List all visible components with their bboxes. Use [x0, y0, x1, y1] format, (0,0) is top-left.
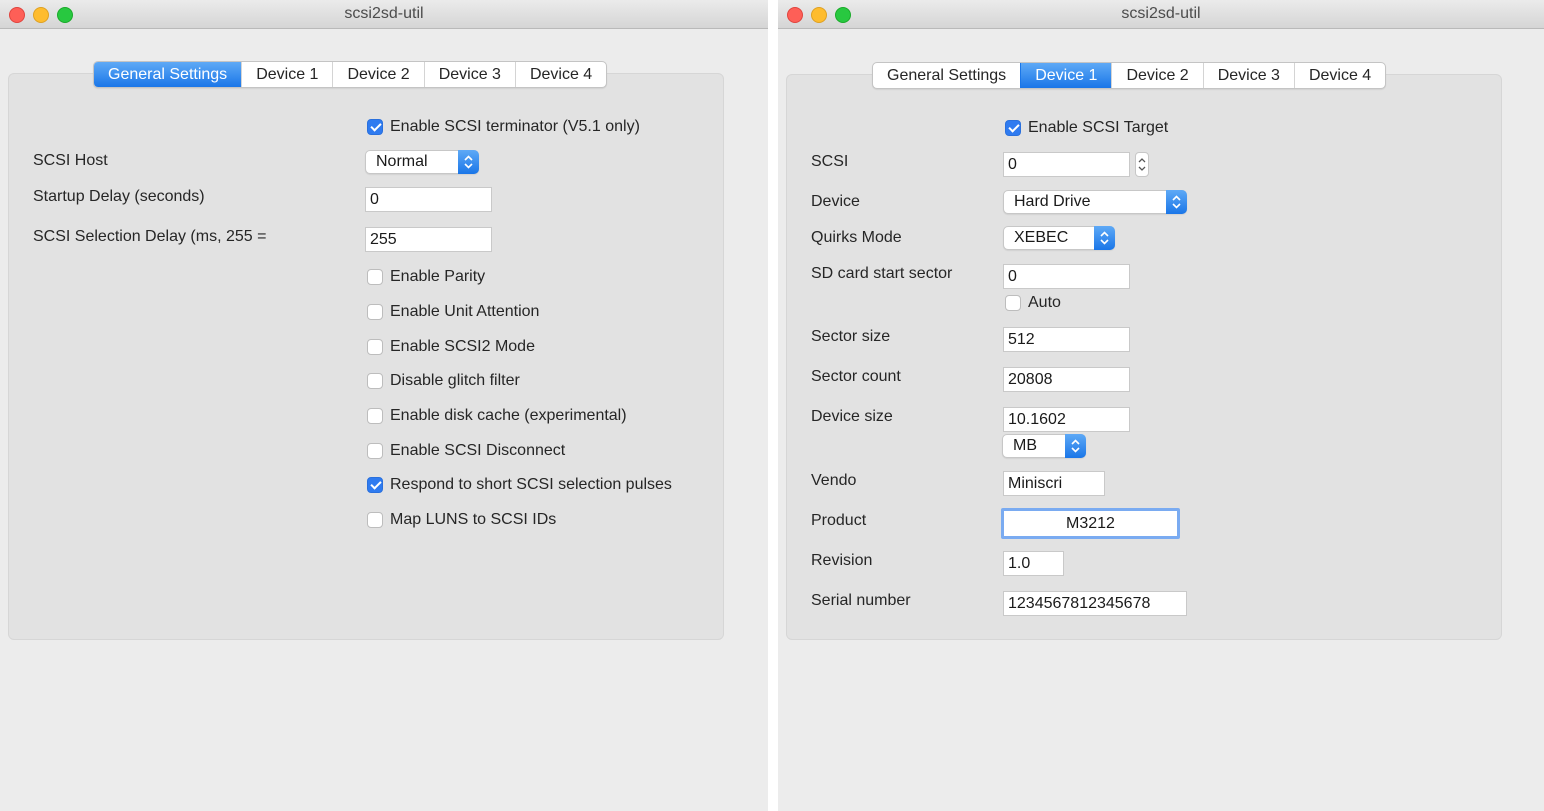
serial-number-label: Serial number: [811, 592, 911, 609]
stepper-arrows-icon: [1138, 158, 1146, 171]
enable-parity-checkbox[interactable]: Enable Parity: [367, 267, 485, 287]
short-selection-pulses-checkbox[interactable]: Respond to short SCSI selection pulses: [367, 475, 672, 495]
product-label: Product: [811, 512, 867, 529]
checkbox-icon: [367, 512, 383, 528]
close-icon[interactable]: [9, 7, 25, 23]
tab-device-1[interactable]: Device 1: [241, 62, 332, 87]
chevron-updown-icon: [1166, 190, 1187, 214]
vendor-input[interactable]: Miniscri: [1003, 471, 1105, 496]
title-bar[interactable]: scsi2sd-util: [0, 0, 768, 29]
sector-count-label: Sector count: [811, 368, 901, 385]
tab-device-3[interactable]: Device 3: [423, 62, 515, 87]
scsi-host-label: SCSI Host: [33, 152, 108, 169]
tab-device-2[interactable]: Device 2: [1111, 63, 1202, 88]
device-type-select[interactable]: Hard Drive: [1003, 190, 1187, 214]
checkbox-icon: [367, 304, 383, 320]
revision-label: Revision: [811, 552, 873, 569]
checkbox-checked-icon: [367, 477, 383, 493]
terminator-checkbox[interactable]: Enable SCSI terminator (V5.1 only): [367, 117, 640, 137]
disable-glitch-filter-checkbox[interactable]: Disable glitch filter: [367, 371, 520, 391]
tab-device-4[interactable]: Device 4: [514, 62, 606, 87]
minimize-icon[interactable]: [811, 7, 827, 23]
startup-delay-input[interactable]: 0: [365, 187, 492, 212]
quirks-mode-select[interactable]: XEBEC: [1003, 226, 1115, 250]
sector-size-label: Sector size: [811, 328, 891, 345]
scsi-host-select[interactable]: Normal: [365, 150, 479, 174]
device-size-input[interactable]: 10.1602: [1003, 407, 1130, 432]
device-size-label: Device size: [811, 408, 893, 425]
enable-scsi-disconnect-checkbox[interactable]: Enable SCSI Disconnect: [367, 441, 565, 461]
tab-general-settings[interactable]: General Settings: [873, 63, 1020, 88]
enable-scsi-target-checkbox[interactable]: Enable SCSI Target: [1005, 118, 1168, 138]
chevron-updown-icon: [1094, 226, 1115, 250]
window-title: scsi2sd-util: [1121, 5, 1201, 22]
minimize-icon[interactable]: [33, 7, 49, 23]
serial-number-input[interactable]: 1234567812345678: [1003, 591, 1187, 616]
tab-device-1[interactable]: Device 1: [1020, 63, 1112, 88]
window-general-settings: scsi2sd-util General Settings Device 1 D…: [0, 0, 768, 811]
product-input[interactable]: M3212: [1001, 508, 1180, 539]
scsi-id-input[interactable]: 0: [1003, 152, 1130, 177]
tab-device-3[interactable]: Device 3: [1202, 63, 1294, 88]
enable-unit-attention-checkbox[interactable]: Enable Unit Attention: [367, 302, 539, 322]
size-unit-select[interactable]: MB: [1002, 434, 1086, 458]
scsi-id-label: SCSI: [811, 153, 849, 170]
checkbox-checked-icon: [1005, 120, 1021, 136]
map-luns-checkbox[interactable]: Map LUNS to SCSI IDs: [367, 510, 556, 530]
checkbox-icon: [367, 408, 383, 424]
enable-scsi2-mode-checkbox[interactable]: Enable SCSI2 Mode: [367, 337, 535, 357]
sector-size-input[interactable]: 512: [1003, 327, 1130, 352]
vendor-label: Vendo: [811, 472, 857, 489]
revision-input[interactable]: 1.0: [1003, 551, 1064, 576]
checkbox-icon: [367, 373, 383, 389]
checkbox-icon: [367, 269, 383, 285]
sd-start-sector-label: SD card start sector: [811, 265, 953, 282]
tab-bar: General Settings Device 1 Device 2 Devic…: [872, 62, 1387, 89]
close-icon[interactable]: [787, 7, 803, 23]
scsi-id-stepper[interactable]: [1135, 152, 1149, 177]
tab-device-2[interactable]: Device 2: [332, 62, 423, 87]
quirks-mode-label: Quirks Mode: [811, 229, 902, 246]
chevron-updown-icon: [1065, 434, 1086, 458]
selection-delay-input[interactable]: 255: [365, 227, 492, 252]
checkbox-icon: [367, 339, 383, 355]
maximize-icon[interactable]: [57, 7, 73, 23]
checkbox-icon: [1005, 295, 1021, 311]
device-type-label: Device: [811, 193, 860, 210]
sd-start-sector-input[interactable]: 0: [1003, 264, 1130, 289]
checkbox-icon: [367, 443, 383, 459]
tab-bar: General Settings Device 1 Device 2 Devic…: [93, 61, 608, 88]
tab-device-4[interactable]: Device 4: [1293, 63, 1385, 88]
chevron-updown-icon: [458, 150, 479, 174]
title-bar[interactable]: scsi2sd-util: [778, 0, 1544, 29]
window-device-1: scsi2sd-util General Settings Device 1 D…: [778, 0, 1544, 811]
sector-count-input[interactable]: 20808: [1003, 367, 1130, 392]
auto-checkbox[interactable]: Auto: [1005, 293, 1061, 313]
startup-delay-label: Startup Delay (seconds): [33, 188, 205, 205]
tab-general-settings[interactable]: General Settings: [94, 62, 242, 87]
enable-disk-cache-checkbox[interactable]: Enable disk cache (experimental): [367, 406, 627, 426]
maximize-icon[interactable]: [835, 7, 851, 23]
checkbox-checked-icon: [367, 119, 383, 135]
selection-delay-label: SCSI Selection Delay (ms, 255 =: [33, 228, 267, 245]
window-title: scsi2sd-util: [344, 5, 424, 22]
